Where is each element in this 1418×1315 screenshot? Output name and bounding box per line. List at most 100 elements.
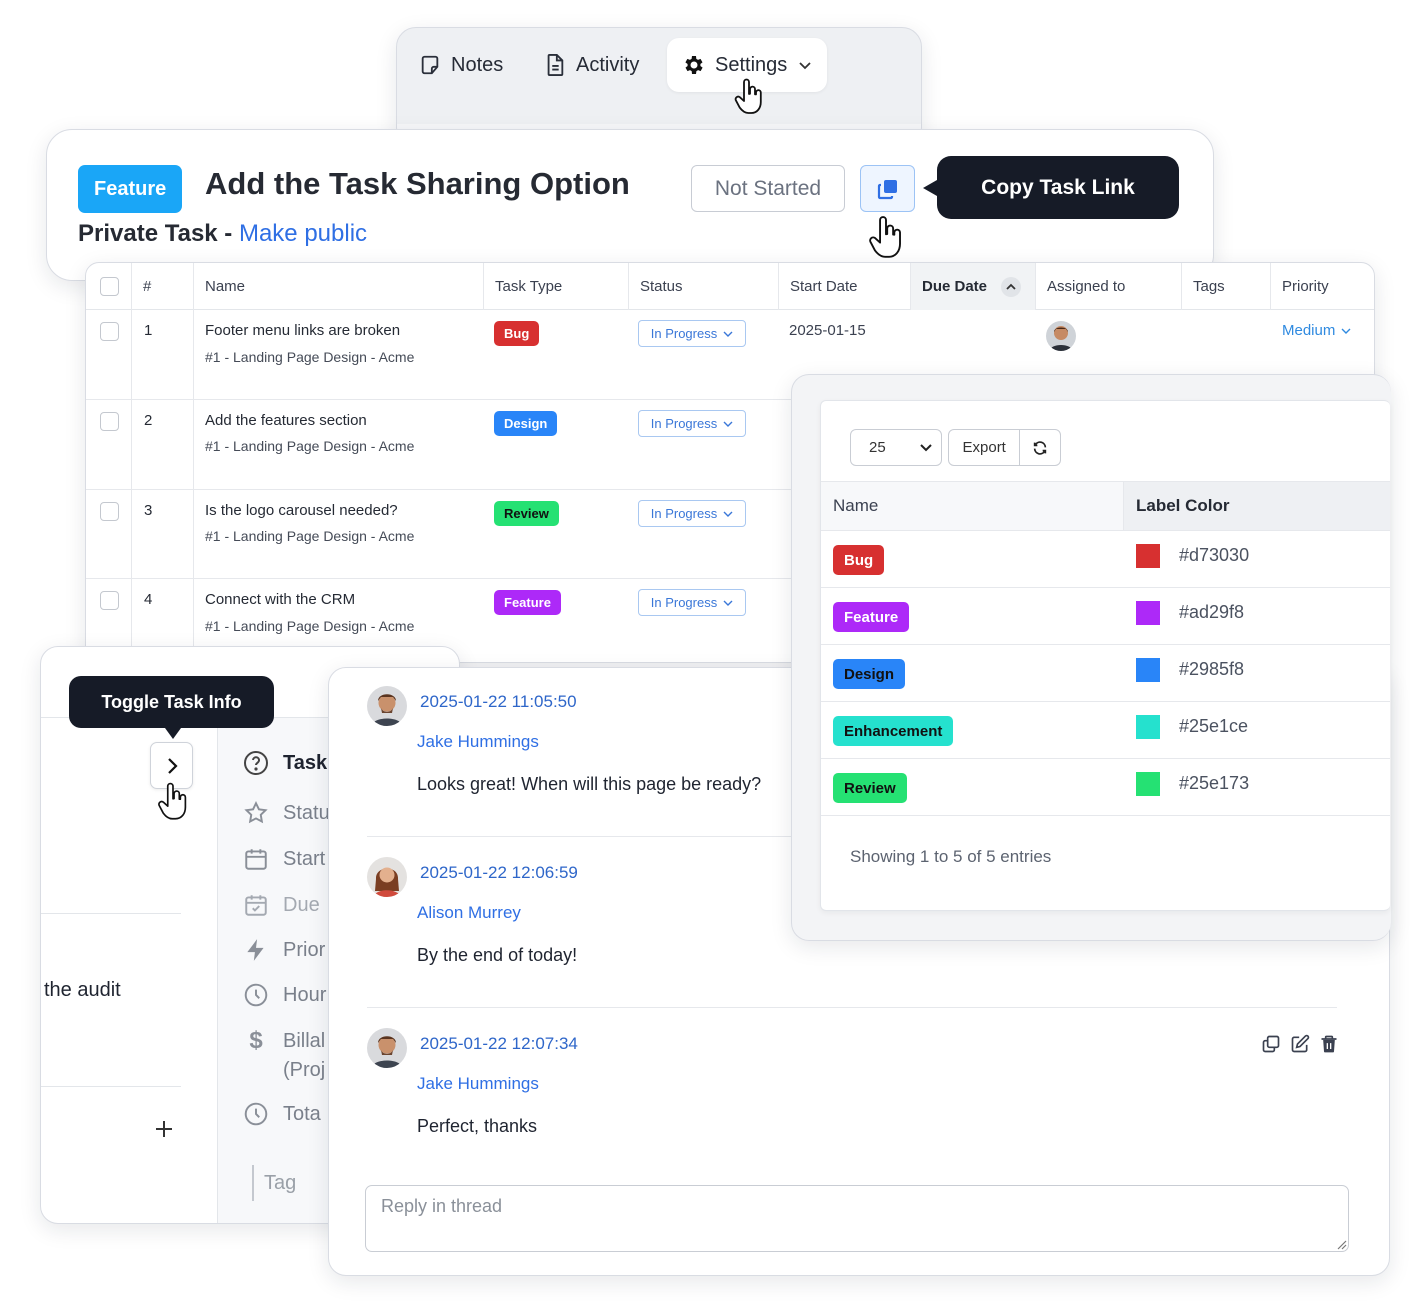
task-type-badge: Design [494,411,558,436]
avatar[interactable] [1046,321,1076,351]
column-header-due-date[interactable]: Due Date [910,263,1035,310]
row-checkbox[interactable] [100,322,119,341]
avatar[interactable] [367,857,407,897]
column-header-name[interactable]: Name [193,263,483,310]
status-label: In Progress [650,326,718,341]
divider [367,1007,1337,1008]
info-due-label: Due [283,893,320,916]
task-project: #1 - Landing Page Design - Acme [205,349,415,365]
info-billable: $ Billal (Proj [243,1027,325,1085]
row-number: 2 [144,412,153,429]
hand-cursor-icon [156,782,190,824]
priority-label: Medium [1282,322,1336,339]
avatar[interactable] [367,686,407,726]
color-hex: #25e173 [1179,773,1250,793]
document-icon [544,53,566,77]
comment-author[interactable]: Jake Hummings [417,1074,539,1094]
comment-timestamp[interactable]: 2025-01-22 12:06:59 [420,863,578,883]
column-header-status[interactable]: Status [628,263,778,310]
labels-table-card: 25 Export Name Label Color Bug #d73030 F… [820,400,1390,911]
info-hours: Hour [243,982,326,1008]
tab-activity[interactable]: Activity [544,38,639,92]
status-button[interactable]: Not Started [691,165,845,212]
refresh-button[interactable] [1020,430,1060,465]
table-row[interactable]: Design #2985f8 [821,645,1390,702]
table-row[interactable]: Enhancement #25e1ce [821,702,1390,759]
row-checkbox[interactable] [100,502,119,521]
trash-icon[interactable] [1319,1034,1339,1054]
task-name[interactable]: Add the features section [205,412,367,429]
column-header-name[interactable]: Name [833,496,878,516]
color-swatch [1136,658,1160,682]
row-checkbox[interactable] [100,591,119,610]
info-status: Statu [243,800,330,826]
avatar[interactable] [367,1028,407,1068]
label-badge: Enhancement [833,716,954,746]
calendar-check-icon [243,892,269,918]
info-status-label: Statu [283,801,330,824]
table-row[interactable]: Bug #d73030 [821,531,1390,588]
edit-icon[interactable] [1290,1034,1310,1054]
color-hex: #ad29f8 [1179,602,1245,622]
info-due-date: Due [243,892,320,918]
tab-notes-label: Notes [451,53,504,76]
status-dropdown[interactable]: In Progress [638,320,746,347]
task-type-badge: Review [494,501,559,526]
reply-textarea[interactable]: Reply in thread [365,1185,1349,1252]
tab-settings-label: Settings [715,53,788,76]
task-name[interactable]: Connect with the CRM [205,591,355,608]
comment-timestamp[interactable]: 2025-01-22 12:07:34 [420,1034,578,1054]
status-dropdown[interactable]: In Progress [638,500,746,527]
info-hours-label: Hour [283,983,327,1006]
copy-link-button[interactable] [860,165,915,212]
task-project: #1 - Landing Page Design - Acme [205,528,415,544]
column-header-label-color[interactable]: Label Color [1136,496,1230,516]
chevron-right-icon [166,757,178,775]
comment-author[interactable]: Alison Murrey [417,903,521,923]
task-name[interactable]: Is the logo carousel needed? [205,502,398,519]
column-header-assigned-to[interactable]: Assigned to [1035,263,1181,310]
column-header-start-date[interactable]: Start Date [778,263,910,310]
copy-icon[interactable] [1261,1034,1281,1054]
priority-dropdown[interactable]: Medium [1282,322,1351,339]
comment-author[interactable]: Jake Hummings [417,732,539,752]
lightning-icon [243,937,269,963]
row-checkbox[interactable] [100,412,119,431]
task-project: #1 - Landing Page Design - Acme [205,618,415,634]
status-label: In Progress [650,595,718,610]
calendar-icon [243,846,269,872]
divider [41,913,181,914]
column-header-number[interactable]: # [131,263,193,310]
hand-cursor-icon [867,215,905,263]
comment-timestamp[interactable]: 2025-01-22 11:05:50 [420,692,577,712]
page-size-select[interactable]: 25 [850,429,942,466]
sort-ascending-icon[interactable] [1001,276,1022,297]
task-project: #1 - Landing Page Design - Acme [205,438,415,454]
status-dropdown[interactable]: In Progress [638,589,746,616]
tab-notes[interactable]: Notes [419,38,503,92]
chevron-down-icon [723,599,733,607]
column-header-task-type[interactable]: Task Type [483,263,628,310]
info-billable-label: Billal [283,1030,326,1052]
export-button[interactable]: Export [949,430,1021,465]
make-public-link[interactable]: Make public [239,220,367,247]
task-name[interactable]: Footer menu links are broken [205,322,400,339]
task-type-badge: Bug [494,321,540,346]
add-icon[interactable] [154,1119,174,1139]
tab-activity-label: Activity [576,53,640,76]
color-hex: #25e1ce [1179,716,1249,736]
color-hex: #2985f8 [1179,659,1245,679]
status-dropdown[interactable]: In Progress [638,410,746,437]
task-type-badge: Feature [494,590,561,615]
table-row[interactable]: Feature #ad29f8 [821,588,1390,645]
tag-input[interactable]: Tag [252,1165,296,1201]
column-header-tags[interactable]: Tags [1181,263,1270,310]
status-label: In Progress [650,506,718,521]
info-start-label: Start [283,847,326,870]
table-row[interactable]: Review #25e173 [821,759,1390,816]
resize-handle-icon[interactable] [1335,1238,1347,1250]
task-info-heading: Task [243,750,327,776]
select-all-checkbox[interactable] [100,277,119,296]
column-header-priority[interactable]: Priority [1270,263,1374,310]
privacy-separator: - [217,220,239,247]
